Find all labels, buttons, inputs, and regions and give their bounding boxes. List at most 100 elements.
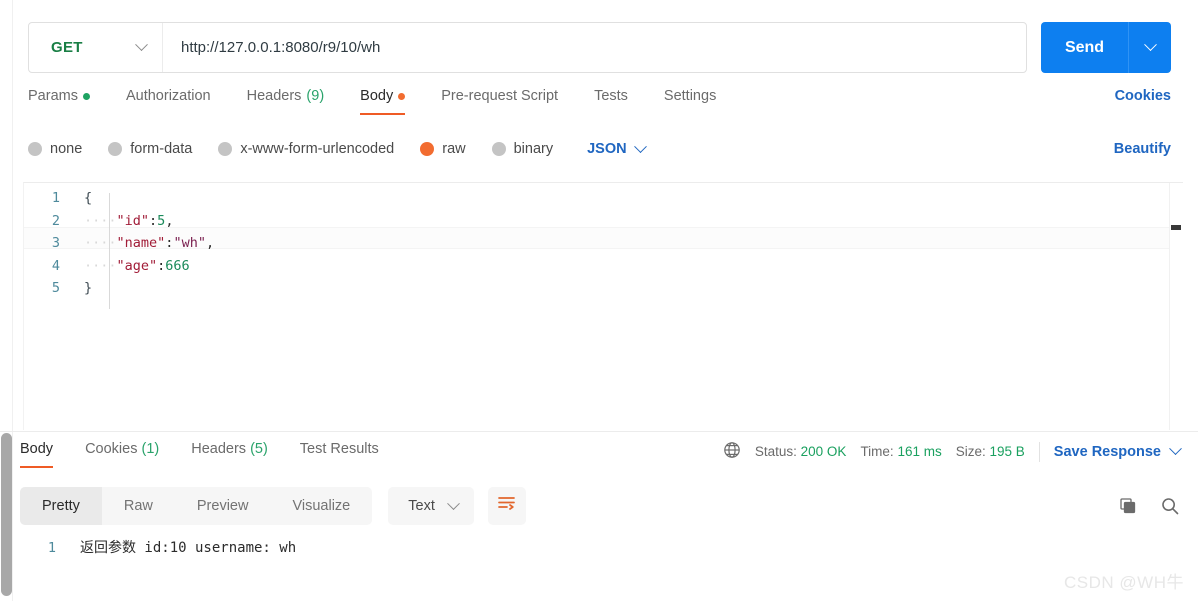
tab-pre-request-script-label: Pre-request Script xyxy=(441,88,559,104)
json-key: "id" xyxy=(116,212,150,229)
body-type-none[interactable]: none xyxy=(28,141,82,157)
method-selector[interactable]: GET xyxy=(29,23,163,72)
save-response-button[interactable]: Save Response xyxy=(1053,442,1182,460)
response-line: 1 返回参数 id:10 username: wh xyxy=(20,537,1180,557)
request-tabs: Params Authorization Headers (9) Body Pr… xyxy=(28,88,1171,120)
radio-icon xyxy=(108,142,123,156)
response-tab-test-results-label: Test Results xyxy=(299,441,379,457)
tab-params-label: Params xyxy=(28,88,78,104)
content-type-selector[interactable]: JSON xyxy=(587,139,647,157)
chevron-down-icon xyxy=(135,38,148,52)
tab-authorization-label: Authorization xyxy=(125,88,211,104)
body-type-raw[interactable]: raw xyxy=(420,141,466,157)
chevron-down-icon xyxy=(633,139,647,153)
response-meta: Status: 200 OK Time: 161 ms Size: 195 B … xyxy=(723,441,1182,470)
body-type-form-data-label: form-data xyxy=(130,141,193,157)
time-group: Time: 161 ms xyxy=(860,444,941,459)
save-response-label: Save Response xyxy=(1053,443,1161,460)
tab-authorization[interactable]: Authorization xyxy=(126,88,211,115)
response-tab-cookies[interactable]: Cookies (1) xyxy=(85,441,159,468)
editor-scrollbar[interactable] xyxy=(1169,183,1183,430)
chevron-down-icon xyxy=(1169,442,1182,456)
tab-headers-count: (9) xyxy=(306,88,325,104)
json-string: "wh" xyxy=(173,235,206,252)
tab-tests-label: Tests xyxy=(594,88,628,104)
view-mode-preview[interactable]: Preview xyxy=(175,487,271,525)
response-tool-icons xyxy=(1118,496,1180,516)
editor-line: 4 ····"age":666 xyxy=(24,255,214,278)
editor-line: 3 ····"name":"wh", xyxy=(24,232,214,255)
editor-scrollbar-thumb[interactable] xyxy=(1171,225,1181,230)
line-content: ····"name":"wh", xyxy=(76,232,214,255)
response-tab-headers[interactable]: Headers (5) xyxy=(191,441,268,468)
view-mode-visualize[interactable]: Visualize xyxy=(270,487,372,525)
tab-body[interactable]: Body xyxy=(360,88,406,115)
body-type-binary[interactable]: binary xyxy=(491,141,554,157)
radio-icon xyxy=(491,142,506,156)
body-type-raw-label: raw xyxy=(442,141,466,157)
view-mode-pretty[interactable]: Pretty xyxy=(20,487,102,525)
json-comma: , xyxy=(205,235,215,252)
line-content: ····"id":5, xyxy=(76,210,173,233)
tab-settings-label: Settings xyxy=(663,88,717,104)
modified-dot-icon xyxy=(398,92,406,100)
line-number: 1 xyxy=(47,540,56,556)
send-button[interactable]: Send xyxy=(1041,22,1129,73)
body-type-form-data[interactable]: form-data xyxy=(108,141,192,157)
tab-headers[interactable]: Headers (9) xyxy=(247,88,325,115)
body-type-binary-label: binary xyxy=(513,141,554,157)
time-value: 161 ms xyxy=(897,444,942,459)
cookies-link[interactable]: Cookies xyxy=(1115,88,1171,104)
tab-params[interactable]: Params xyxy=(28,88,90,115)
line-content: } xyxy=(84,280,93,297)
tab-tests[interactable]: Tests xyxy=(594,88,628,115)
body-type-row: none form-data x-www-form-urlencoded raw… xyxy=(28,136,1171,162)
send-options-button[interactable] xyxy=(1129,22,1171,73)
response-toolbar: Pretty Raw Preview Visualize Text xyxy=(20,487,1180,525)
view-mode-raw[interactable]: Raw xyxy=(102,487,175,525)
json-colon: : xyxy=(149,212,158,229)
chevron-down-icon xyxy=(1143,38,1157,52)
word-wrap-icon xyxy=(497,495,516,517)
request-bar: GET http://127.0.0.1:8080/r9/10/wh Send xyxy=(28,22,1171,73)
page-scrollbar-thumb[interactable] xyxy=(1,433,12,596)
response-tab-body-label: Body xyxy=(20,441,54,457)
request-body-editor[interactable]: 1 { 2 ····"id":5, 3 ····"name":"wh", 4 ·… xyxy=(23,182,1183,430)
body-type-urlencoded[interactable]: x-www-form-urlencoded xyxy=(218,141,394,157)
content-type-label: JSON xyxy=(587,141,627,157)
url-input[interactable]: http://127.0.0.1:8080/r9/10/wh xyxy=(163,23,1026,72)
chevron-down-icon xyxy=(446,496,460,510)
tab-pre-request-script[interactable]: Pre-request Script xyxy=(441,88,558,115)
body-type-urlencoded-label: x-www-form-urlencoded xyxy=(240,141,395,157)
globe-icon xyxy=(723,441,741,462)
line-content: { xyxy=(84,190,93,206)
json-key: "name" xyxy=(116,235,166,252)
response-divider xyxy=(0,431,1198,432)
line-content: ····"age":666 xyxy=(76,255,190,278)
status-group: Status: 200 OK xyxy=(755,444,847,459)
line-number: 4 xyxy=(51,257,60,274)
method-label: GET xyxy=(51,39,83,56)
line-number: 3 xyxy=(51,235,60,252)
size-value: 195 B xyxy=(989,444,1025,459)
size-label: Size: xyxy=(955,444,986,459)
editor-code: 1 { 2 ····"id":5, 3 ····"name":"wh", 4 ·… xyxy=(24,187,214,300)
response-tab-body[interactable]: Body xyxy=(20,441,54,468)
modified-dot-icon xyxy=(82,92,90,100)
response-body-text: 返回参数 id:10 username: wh xyxy=(80,540,297,556)
editor-line: 1 { xyxy=(24,187,214,210)
beautify-link[interactable]: Beautify xyxy=(1114,141,1171,157)
response-format-selector[interactable]: Text xyxy=(388,487,474,525)
page-scrollbar[interactable] xyxy=(0,0,13,601)
status-value: 200 OK xyxy=(800,444,847,459)
search-icon[interactable] xyxy=(1160,496,1180,516)
response-tab-headers-label: Headers xyxy=(191,441,247,457)
status-label: Status: xyxy=(754,444,797,459)
response-tab-test-results[interactable]: Test Results xyxy=(300,441,379,468)
indent-guide: ···· xyxy=(84,212,117,229)
line-number: 1 xyxy=(51,190,60,206)
copy-icon[interactable] xyxy=(1118,496,1138,516)
tab-headers-label: Headers xyxy=(246,88,302,104)
word-wrap-button[interactable] xyxy=(487,487,526,525)
tab-settings[interactable]: Settings xyxy=(664,88,716,115)
